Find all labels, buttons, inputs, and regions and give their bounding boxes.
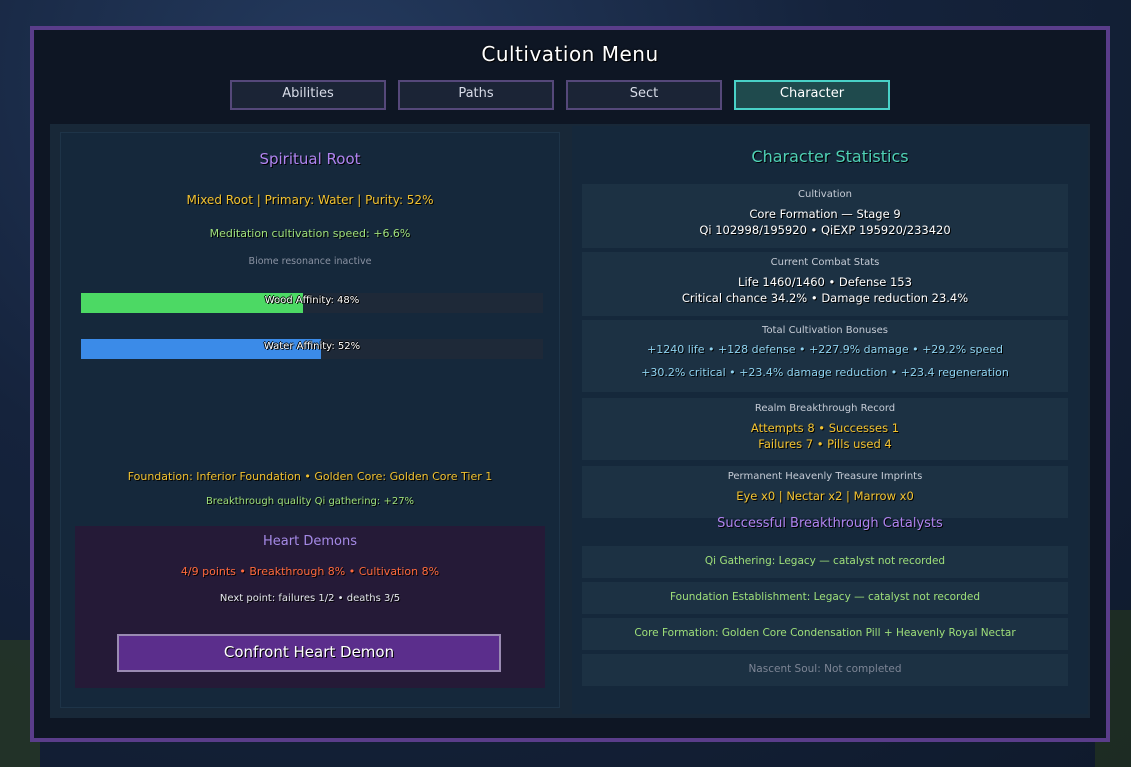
spiritual-root-title: Spiritual Root — [259, 150, 361, 168]
spiritual-root-panel: Spiritual Root Mixed Root | Primary: Wat… — [60, 132, 560, 708]
water-affinity-bar: Water Affinity: 52% — [81, 339, 543, 359]
catalyst-core-formation: Core Formation: Golden Core Condensation… — [582, 618, 1068, 650]
confront-heart-demon-button[interactable]: Confront Heart Demon — [117, 634, 501, 672]
imprints-values: Eye x0 | Nectar x2 | Marrow x0 — [736, 489, 914, 503]
character-content: Spiritual Root Mixed Root | Primary: Wat… — [50, 124, 1090, 718]
tab-sect[interactable]: Sect — [566, 80, 722, 110]
tab-character[interactable]: Character — [734, 80, 890, 110]
catalysts-title: Successful Breakthrough Catalysts — [717, 516, 943, 531]
character-statistics-title: Character Statistics — [751, 147, 909, 166]
heart-demons-title: Heart Demons — [263, 534, 357, 549]
wood-affinity-label: Wood Affinity: 48% — [264, 295, 360, 306]
cultivation-bonuses-box: Total Cultivation Bonuses +1240 life • +… — [582, 320, 1068, 392]
tab-paths[interactable]: Paths — [398, 80, 554, 110]
bonuses-caption: Total Cultivation Bonuses — [762, 325, 888, 336]
cultivation-menu-window: Cultivation Menu Abilities Paths Sect Ch… — [30, 26, 1110, 742]
water-affinity-label: Water Affinity: 52% — [263, 341, 361, 352]
catalyst-foundation-establishment: Foundation Establishment: Legacy — catal… — [582, 582, 1068, 614]
bonuses-line-1: +1240 life • +128 defense • +227.9% dama… — [647, 343, 1003, 356]
combat-caption: Current Combat Stats — [770, 257, 880, 268]
character-statistics-panel: Character Statistics Cultivation Core Fo… — [572, 126, 1088, 714]
combat-life-defense: Life 1460/1460 • Defense 153 — [738, 275, 912, 289]
combat-crit-reduction: Critical chance 34.2% • Damage reduction… — [681, 291, 969, 305]
breakthrough-record-caption: Realm Breakthrough Record — [754, 403, 896, 414]
catalyst-qi-gathering: Qi Gathering: Legacy — catalyst not reco… — [582, 546, 1068, 578]
heart-demons-section: Heart Demons 4/9 points • Breakthrough 8… — [75, 526, 545, 688]
tab-bar: Abilities Paths Sect Character — [230, 80, 890, 110]
imprints-caption: Permanent Heavenly Treasure Imprints — [727, 471, 923, 482]
combat-stats-box: Current Combat Stats Life 1460/1460 • De… — [582, 252, 1068, 316]
root-summary: Mixed Root | Primary: Water | Purity: 52… — [186, 193, 434, 207]
heart-demons-stats: 4/9 points • Breakthrough 8% • Cultivati… — [180, 565, 440, 578]
meditation-speed: Meditation cultivation speed: +6.6% — [209, 227, 411, 240]
window-title: Cultivation Menu — [481, 42, 659, 66]
heart-demons-next-point: Next point: failures 1/2 • deaths 3/5 — [219, 593, 401, 604]
biome-resonance: Biome resonance inactive — [248, 256, 372, 267]
catalyst-nascent-soul: Nascent Soul: Not completed — [582, 654, 1068, 686]
cultivation-caption: Cultivation — [798, 189, 852, 200]
foundation-info: Foundation: Inferior Foundation • Golden… — [127, 470, 493, 483]
bonuses-line-2: +30.2% critical • +23.4% damage reductio… — [641, 366, 1009, 379]
breakthrough-attempts: Attempts 8 • Successes 1 — [750, 421, 900, 435]
breakthrough-failures: Failures 7 • Pills used 4 — [758, 437, 892, 451]
treasure-imprints-box: Permanent Heavenly Treasure Imprints Eye… — [582, 466, 1068, 518]
wood-affinity-bar: Wood Affinity: 48% — [81, 293, 543, 313]
tab-abilities[interactable]: Abilities — [230, 80, 386, 110]
cultivation-stage: Core Formation — Stage 9 — [749, 207, 901, 221]
breakthrough-record-box: Realm Breakthrough Record Attempts 8 • S… — [582, 398, 1068, 460]
cultivation-qi: Qi 102998/195920 • QiEXP 195920/233420 — [699, 223, 951, 237]
cultivation-box: Cultivation Core Formation — Stage 9 Qi … — [582, 184, 1068, 248]
breakthrough-quality: Breakthrough quality Qi gathering: +27% — [205, 496, 415, 507]
